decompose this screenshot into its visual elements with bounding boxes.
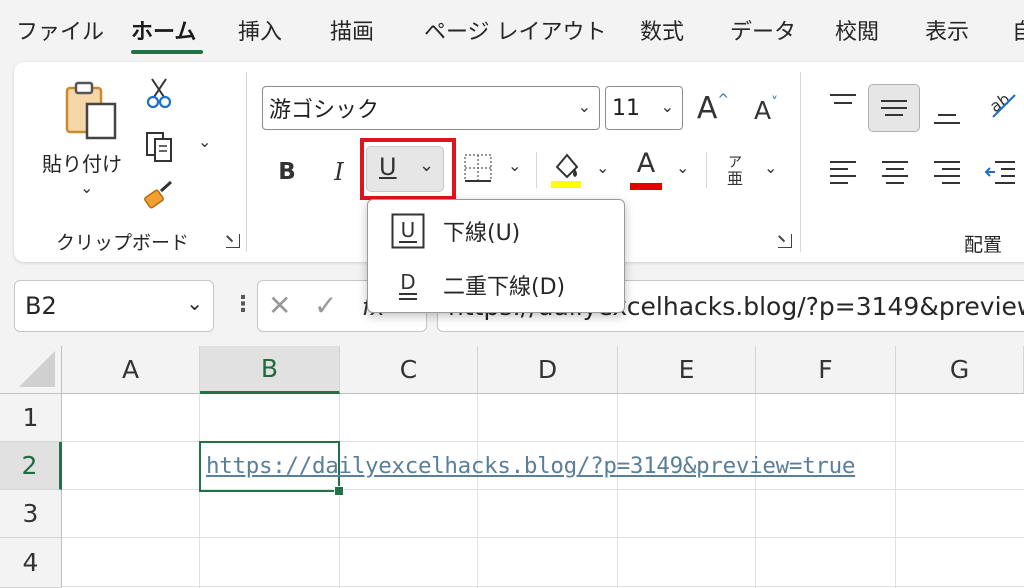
ribbon-tabs: ファイル ホーム 挿入 描画 ページ レイアウト 数式 データ 校閲 表示 自 (0, 0, 1024, 62)
svg-text:D: D (400, 270, 415, 294)
paste-chevron-icon[interactable]: ⌄ (80, 178, 93, 197)
phonetic-chevron-icon[interactable]: ⌄ (764, 158, 777, 177)
italic-icon: I (334, 158, 344, 186)
underline-dropdown-menu: U 下線(U) D 二重下線(D) (367, 199, 625, 313)
active-tab-indicator (131, 50, 203, 54)
font-launcher-icon[interactable] (778, 234, 792, 248)
row-header-2[interactable]: 2 (0, 442, 62, 490)
group-separator (800, 72, 801, 252)
separator (706, 152, 707, 188)
font-color-button[interactable]: A (628, 148, 664, 192)
gridline (755, 394, 756, 588)
grow-font-button[interactable]: A ^ (694, 88, 732, 128)
row-header-4[interactable]: 4 (0, 538, 62, 588)
column-header-g[interactable]: G (896, 346, 1024, 394)
menu-item-double-underline[interactable]: D 二重下線(D) (368, 258, 624, 312)
borders-icon[interactable] (460, 150, 496, 186)
column-header-f[interactable]: F (756, 346, 896, 394)
tab-insert[interactable]: 挿入 (238, 14, 282, 46)
svg-text:U: U (401, 218, 416, 242)
chevron-down-icon[interactable]: ⌄ (186, 291, 203, 315)
shrink-font-button[interactable]: A ˅ (748, 92, 784, 128)
column-header-d[interactable]: D (478, 346, 618, 394)
tab-view[interactable]: 表示 (925, 14, 969, 46)
font-color-swatch (630, 183, 662, 190)
name-box[interactable]: B2 ⌄ (14, 280, 214, 332)
column-header-a[interactable]: A (62, 346, 200, 394)
more-options-icon[interactable]: ⋮ (232, 292, 254, 317)
font-color-chevron-icon[interactable]: ⌄ (676, 158, 689, 177)
tab-data[interactable]: データ (730, 14, 796, 46)
column-header-b[interactable]: B (200, 346, 340, 394)
column-header-c[interactable]: C (340, 346, 478, 394)
name-box-value: B2 (25, 292, 57, 320)
align-bottom-icon[interactable] (930, 100, 964, 130)
clipboard-group-label: クリップボード (56, 232, 190, 254)
align-center-icon[interactable] (878, 156, 912, 188)
gridline (62, 537, 1024, 538)
italic-button[interactable]: I (324, 152, 354, 192)
font-size-combo[interactable]: 11 ⌄ (605, 86, 683, 130)
enter-icon[interactable]: ✓ (314, 289, 337, 322)
separator (536, 152, 537, 188)
tab-file[interactable]: ファイル (16, 14, 104, 46)
font-name-combo[interactable]: 游ゴシック ⌄ (262, 86, 600, 130)
orientation-icon[interactable]: ab (984, 86, 1020, 122)
tab-page-layout[interactable]: ページ レイアウト (424, 14, 607, 46)
copy-icon[interactable] (142, 130, 176, 164)
row-header-3[interactable]: 3 (0, 490, 62, 538)
menu-item-label: 二重下線(D) (443, 275, 566, 300)
decrease-indent-icon[interactable] (982, 156, 1018, 188)
chevron-down-icon: ⌄ (577, 97, 591, 116)
paste-button[interactable]: 貼り付け (42, 148, 122, 177)
copy-chevron-icon[interactable]: ⌄ (198, 132, 211, 151)
row-header-1[interactable]: 1 (0, 394, 62, 442)
gridline (477, 394, 478, 588)
cell-b2-hyperlink[interactable]: https://dailyexcelhacks.blog/?p=3149&pre… (206, 453, 855, 479)
tab-more[interactable]: 自 (1012, 14, 1024, 46)
phonetic-button[interactable]: ア 亜 (720, 150, 750, 192)
select-all-button[interactable] (0, 346, 62, 394)
tab-formulas[interactable]: 数式 (640, 14, 684, 46)
phonetic-base-icon: 亜 (726, 169, 743, 188)
clipboard-launcher-icon[interactable] (226, 234, 240, 248)
fill-color-icon[interactable] (548, 148, 584, 192)
shrink-font-icon: A (753, 95, 772, 125)
fill-color-chevron-icon[interactable]: ⌄ (596, 158, 609, 177)
highlight-annotation (360, 138, 456, 200)
alignment-group-label: 配置 (964, 234, 1003, 256)
align-middle-button[interactable] (868, 84, 920, 132)
tab-home[interactable]: ホーム (131, 14, 196, 46)
menu-item-label: 下線(U) (443, 221, 521, 246)
font-size-value: 11 (612, 95, 640, 121)
chevron-down-icon: ⌄ (660, 97, 674, 116)
menu-item-underline[interactable]: U 下線(U) (368, 204, 624, 258)
borders-chevron-icon[interactable]: ⌄ (508, 156, 521, 175)
svg-text:ab: ab (986, 89, 1013, 116)
worksheet-grid: A B C D E F G 1 2 3 4 https://dailyexcel… (0, 346, 1024, 588)
align-top-icon[interactable] (826, 88, 860, 118)
cut-icon[interactable] (144, 76, 174, 110)
font-name-value: 游ゴシック (269, 98, 380, 123)
align-right-icon[interactable] (930, 156, 964, 188)
column-header-e[interactable]: E (618, 346, 756, 394)
group-separator (246, 72, 247, 252)
cancel-icon[interactable]: ✕ (268, 289, 291, 322)
gridline (62, 586, 1024, 587)
font-color-icon: A (636, 148, 656, 179)
paste-icon[interactable] (58, 78, 124, 144)
align-middle-icon (881, 100, 907, 116)
bold-icon: B (278, 159, 296, 185)
tab-draw[interactable]: 描画 (330, 14, 374, 46)
bold-button[interactable]: B (272, 152, 302, 192)
tab-review[interactable]: 校閲 (835, 14, 879, 46)
align-left-icon[interactable] (826, 156, 860, 188)
double-underline-menu-icon: D (390, 266, 426, 304)
grow-font-icon: A (696, 90, 718, 126)
underline-menu-icon: U (390, 212, 426, 250)
gridline (895, 394, 896, 588)
gridline (617, 394, 618, 588)
format-painter-icon[interactable] (142, 178, 176, 212)
